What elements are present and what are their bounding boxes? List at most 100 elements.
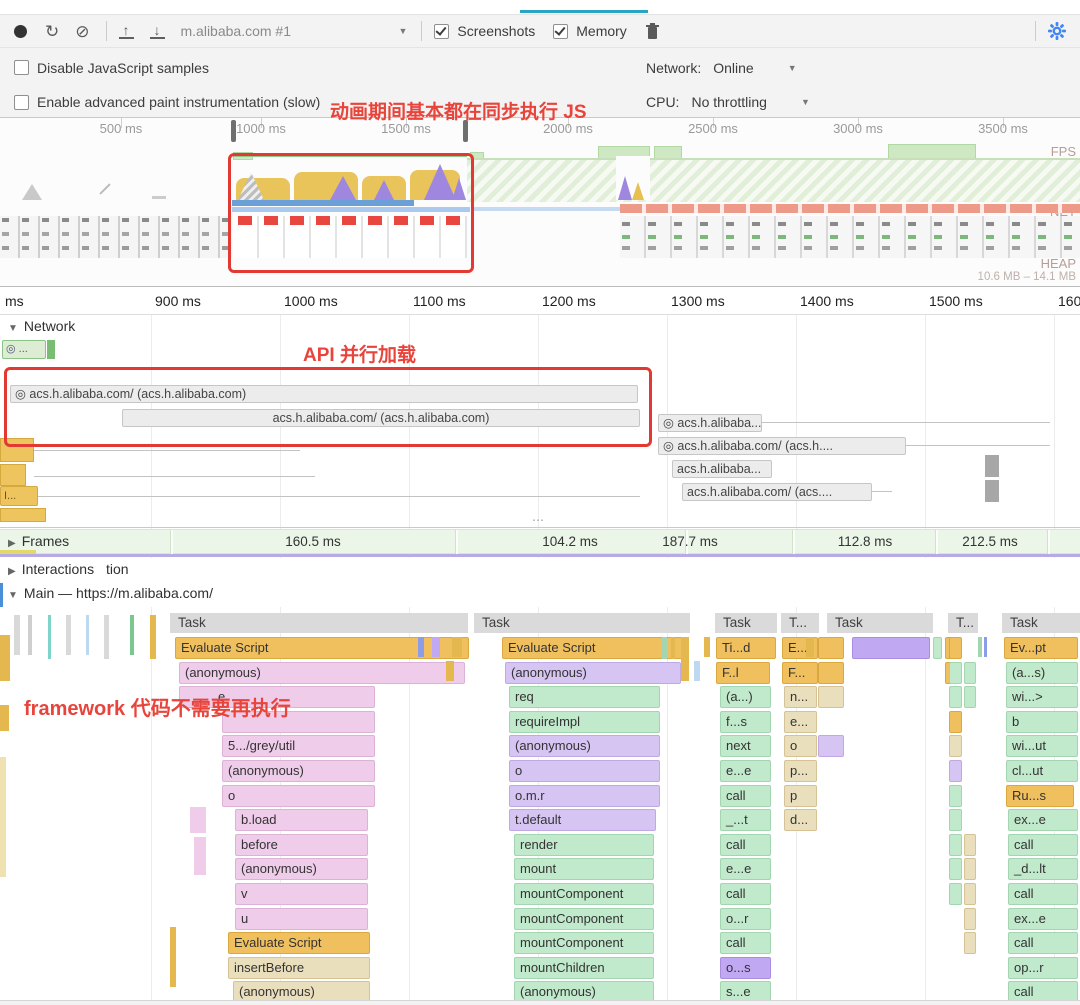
flame-bar[interactable]: F...	[782, 662, 818, 684]
flame-bar[interactable]: call	[1008, 834, 1078, 856]
flame-bar[interactable]: Evaluate Script	[502, 637, 684, 659]
network-request-bar[interactable]: ◎ acs.h.alibaba.com/ (acs.h....	[658, 437, 906, 455]
cpu-throttle-caret[interactable]: ▼	[801, 97, 810, 107]
flame-bar[interactable]: F..l	[716, 662, 770, 684]
flame-bar[interactable]	[818, 637, 844, 659]
disable-js-label[interactable]: Disable JavaScript samples	[37, 60, 209, 76]
network-mini-request[interactable]: I...	[0, 486, 38, 506]
flame-bar[interactable]: mountComponent	[514, 908, 654, 930]
network-request-bar[interactable]: acs.h.alibaba...	[672, 460, 772, 478]
save-profile-icon[interactable]: ↓	[150, 24, 165, 39]
network-request-bar[interactable]: acs.h.alibaba.com/ (acs....	[682, 483, 872, 501]
flame-bar[interactable]: e...	[784, 711, 817, 733]
flame-bar[interactable]	[949, 735, 962, 757]
flame-bar[interactable]: n...	[784, 686, 817, 708]
flame-bar[interactable]: o	[784, 735, 817, 757]
interactions-section-header[interactable]: ▶Interactions tion	[8, 561, 129, 577]
collapse-triangle-icon[interactable]: ▼	[8, 323, 18, 334]
flame-bar[interactable]	[964, 858, 976, 880]
record-button[interactable]	[14, 25, 27, 38]
flame-bar[interactable]: wi...ut	[1006, 735, 1078, 757]
flame-bar[interactable]: cl...ut	[1006, 760, 1078, 782]
flame-bar[interactable]: call	[720, 834, 771, 856]
flame-bar[interactable]: t.default	[509, 809, 656, 831]
flame-bar[interactable]	[964, 908, 976, 930]
flame-bar[interactable]: call	[1008, 883, 1078, 905]
reload-icon[interactable]: ↻	[45, 23, 59, 40]
flame-bar[interactable]: ex...e	[1008, 908, 1078, 930]
flame-bar[interactable]: Evaluate Script	[175, 637, 469, 659]
flame-bar[interactable]	[964, 883, 976, 905]
flame-bar[interactable]: o.m.r	[509, 785, 660, 807]
flame-bar[interactable]: render	[514, 834, 654, 856]
flame-bar[interactable]: mountChildren	[514, 957, 654, 979]
flame-bar[interactable]: wi...>	[1006, 686, 1078, 708]
flame-bar[interactable]	[949, 760, 962, 782]
filmstrip-left[interactable]	[0, 216, 232, 258]
flame-bar[interactable]: before	[235, 834, 368, 856]
main-thread-header[interactable]: ▼Main — https://m.alibaba.com/	[8, 585, 213, 601]
frames-section[interactable]: ▶Frames 160.5 ms104.2 ms187.7 ms112.8 ms…	[0, 529, 1080, 554]
flame-bar[interactable]: op...r	[1008, 957, 1078, 979]
flame-bar[interactable]	[964, 932, 976, 954]
flame-bar[interactable]: v	[235, 883, 368, 905]
flame-bar[interactable]: (anonymous)	[179, 662, 465, 684]
memory-checkbox[interactable]	[553, 24, 568, 39]
flame-bar[interactable]: o...s	[720, 957, 771, 979]
flame-bar[interactable]: next	[720, 735, 771, 757]
expand-triangle-icon[interactable]: ▶	[8, 566, 16, 577]
flame-bar[interactable]: call	[1008, 981, 1078, 1001]
timeline-overview[interactable]: FPS CPU NET HEAP 10.6 MB – 14.1 MB 500 m…	[0, 118, 1080, 287]
flame-chart[interactable]: TaskEvaluate Script(anonymous)e5.../grey…	[0, 607, 1080, 1001]
flame-bar[interactable]: mountComponent	[514, 883, 654, 905]
flame-bar[interactable]	[949, 858, 962, 880]
flame-bar[interactable]	[964, 662, 976, 684]
flame-bar[interactable]: requireImpl	[509, 711, 660, 733]
flame-bar[interactable]: Ti...d	[716, 637, 776, 659]
flame-bar[interactable]	[949, 883, 962, 905]
flame-bar[interactable]: (anonymous)	[233, 981, 370, 1001]
network-throttle-caret[interactable]: ▼	[788, 63, 797, 73]
flame-bar[interactable]: req	[509, 686, 660, 708]
flame-bar[interactable]: Ev...pt	[1004, 637, 1078, 659]
flame-bar[interactable]	[949, 785, 962, 807]
flame-bar[interactable]: (anonymous)	[509, 735, 660, 757]
flame-bar[interactable]	[818, 662, 844, 684]
flame-bar[interactable]	[949, 662, 962, 684]
frames-section-header[interactable]: ▶Frames	[8, 533, 69, 549]
flame-bar[interactable]: call	[720, 883, 771, 905]
screenshots-checkbox[interactable]	[434, 24, 449, 39]
flame-bar[interactable]	[818, 735, 844, 757]
flame-bar[interactable]: p...	[784, 760, 817, 782]
flame-bar[interactable]: f...s	[720, 711, 771, 733]
trash-icon[interactable]	[645, 23, 660, 40]
flame-bar[interactable]	[949, 834, 962, 856]
flame-bar[interactable]: b.load	[235, 809, 368, 831]
flame-bar[interactable]: _...t	[720, 809, 771, 831]
network-request-chip[interactable]: ◎ ...	[2, 340, 46, 359]
flame-bar[interactable]	[964, 686, 976, 708]
clear-icon[interactable]: ⊘	[75, 23, 89, 40]
flame-bar[interactable]: u	[235, 908, 368, 930]
flame-bar[interactable]: o	[222, 785, 375, 807]
profile-select-caret[interactable]: ▼	[399, 26, 408, 36]
flame-bar[interactable]	[949, 686, 962, 708]
selection-handle-left[interactable]	[231, 120, 236, 142]
flame-bar[interactable]: b	[1006, 711, 1078, 733]
flame-bar[interactable]: e...e	[720, 760, 771, 782]
screenshots-label[interactable]: Screenshots	[457, 23, 535, 39]
flame-bar[interactable]: (a...s)	[1006, 662, 1078, 684]
flame-bar[interactable]: (anonymous)	[505, 662, 681, 684]
flame-bar[interactable]	[852, 637, 930, 659]
flame-bar[interactable]: (anonymous)	[514, 981, 654, 1001]
flame-bar[interactable]: call	[720, 932, 771, 954]
profile-select[interactable]: m.alibaba.com #1	[181, 23, 399, 39]
flame-bar[interactable]: ex...e	[1008, 809, 1078, 831]
flame-bar[interactable]	[933, 637, 942, 659]
flame-bar[interactable]: (anonymous)	[235, 858, 368, 880]
flame-bar[interactable]: e...e	[720, 858, 771, 880]
network-throttle-value[interactable]: Online	[713, 60, 753, 76]
horizontal-scrollbar[interactable]	[0, 1000, 1080, 1005]
flame-bar[interactable]: (a...)	[720, 686, 771, 708]
flame-bar[interactable]	[949, 637, 962, 659]
